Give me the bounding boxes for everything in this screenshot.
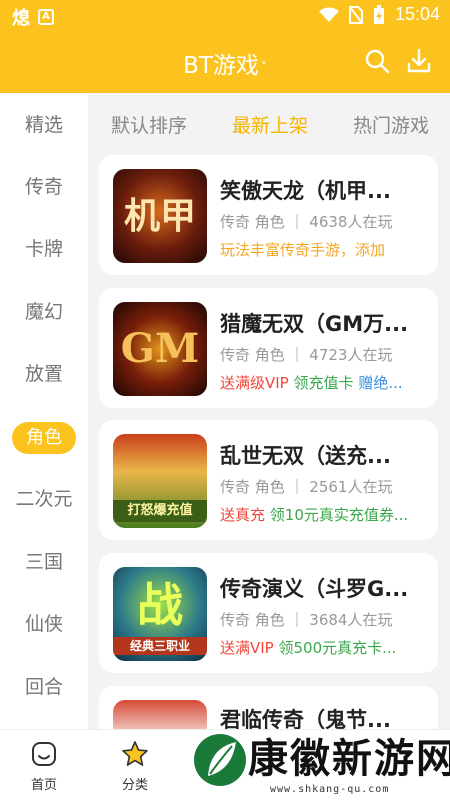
sort-tab-newest[interactable]: 最新上架 xyxy=(232,111,308,138)
game-meta: 传奇 角色 ｜ 4723人在玩 xyxy=(220,346,393,364)
watermark-name: 康徽新游网 xyxy=(248,735,450,782)
no-sim-icon xyxy=(348,5,363,24)
game-meta: 传奇 角色 ｜ 2561人在玩 xyxy=(220,478,393,496)
game-title: 笑傲天龙（机甲... xyxy=(220,179,391,203)
tab-category[interactable]: 分类 xyxy=(100,740,170,793)
game-card[interactable]: 战 经典三职业 传奇演义（斗罗G... 传奇 角色 ｜ 3684人在玩 送满VI… xyxy=(99,553,438,673)
game-tag: 玩法丰富传奇手游，添加 xyxy=(220,241,386,259)
leaf-logo-icon xyxy=(194,734,246,786)
sidebar-item-turn-based[interactable]: 回合 xyxy=(0,669,88,705)
game-tag: 送满级VIP xyxy=(220,374,289,392)
sort-bar: 默认排序 最新上架 热门游戏 xyxy=(88,93,450,153)
site-watermark: 康徽新游网 www.shkang-qu.com xyxy=(188,724,450,800)
game-card[interactable]: 打怒爆充值 乱世无双（送充... 传奇 角色 ｜ 2561人在玩 送真充 领10… xyxy=(99,420,438,540)
game-title: 猎魔无双（GM万... xyxy=(220,312,409,336)
game-thumbnail: 机甲 xyxy=(113,169,207,263)
sidebar-item-card[interactable]: 卡牌 xyxy=(0,231,88,267)
game-title: 传奇演义（斗罗G... xyxy=(220,577,409,601)
status-bar: 熄 A 15:04 xyxy=(0,0,450,30)
sidebar-item-featured[interactable]: 精选 xyxy=(0,107,88,143)
game-card[interactable]: GM 猎魔无双（GM万... 传奇 角色 ｜ 4723人在玩 送满级VIP 领充… xyxy=(99,288,438,408)
status-time: 15:04 xyxy=(394,4,440,24)
game-card[interactable]: 机甲 笑傲天龙（机甲... 传奇 角色 ｜ 4638人在玩 玩法丰富传奇手游，添… xyxy=(99,155,438,275)
chevron-down-icon: ˅ xyxy=(260,59,267,74)
game-meta: 传奇 角色 ｜ 3684人在玩 xyxy=(220,611,393,629)
download-icon[interactable] xyxy=(406,48,432,74)
battery-charging-icon xyxy=(373,4,384,24)
notification-a-icon: A xyxy=(38,9,54,25)
game-thumbnail: 战 经典三职业 xyxy=(113,567,207,661)
game-meta: 传奇 角色 ｜ 4638人在玩 xyxy=(220,213,393,231)
watermark-url: www.shkang-qu.com xyxy=(270,784,390,795)
app-header: BT游戏 ˅ xyxy=(0,30,450,93)
notification-app-icon: 熄 xyxy=(12,8,30,29)
sidebar-item-fantasy[interactable]: 魔幻 xyxy=(0,294,88,330)
wifi-icon xyxy=(318,7,339,22)
game-tags: 送真充 领10元真实充值券... xyxy=(220,504,430,525)
sidebar-item-legend[interactable]: 传奇 xyxy=(0,169,88,205)
game-tag: 赠绝... xyxy=(358,374,403,392)
tab-home[interactable]: 首页 xyxy=(9,740,79,793)
game-tag: 送真充 xyxy=(220,506,266,524)
search-icon[interactable] xyxy=(364,48,390,74)
game-tag: 领10元真实充值券... xyxy=(269,506,409,524)
sidebar-item-three-kingdoms[interactable]: 三国 xyxy=(0,544,88,580)
star-icon xyxy=(122,741,148,766)
game-thumbnail: 打怒爆充值 xyxy=(113,434,207,528)
sidebar-item-idle[interactable]: 放置 xyxy=(0,356,88,392)
sort-tab-default[interactable]: 默认排序 xyxy=(111,111,187,138)
game-tag: 送满VIP xyxy=(220,639,274,657)
game-tags: 送满级VIP 领充值卡 赠绝... xyxy=(220,372,430,393)
game-tags: 送满VIP 领500元真充卡... xyxy=(220,637,430,658)
game-tags: 玩法丰富传奇手游，添加 xyxy=(220,239,430,260)
sidebar-item-anime[interactable]: 二次元 xyxy=(0,481,88,517)
page-title: BT游戏 xyxy=(183,53,259,79)
home-icon xyxy=(32,742,56,766)
category-sidebar: 精选 传奇 卡牌 魔幻 放置 角色 二次元 三国 仙侠 回合 xyxy=(0,93,88,729)
game-tag: 领充值卡 xyxy=(293,374,354,392)
game-thumbnail: GM xyxy=(113,302,207,396)
game-tag: 领500元真充卡... xyxy=(278,639,397,657)
sort-tab-popular[interactable]: 热门游戏 xyxy=(353,111,429,138)
sidebar-item-roleplay[interactable]: 角色 xyxy=(0,419,88,455)
sidebar-item-xianxia[interactable]: 仙侠 xyxy=(0,606,88,642)
game-title: 乱世无双（送充... xyxy=(220,444,391,468)
